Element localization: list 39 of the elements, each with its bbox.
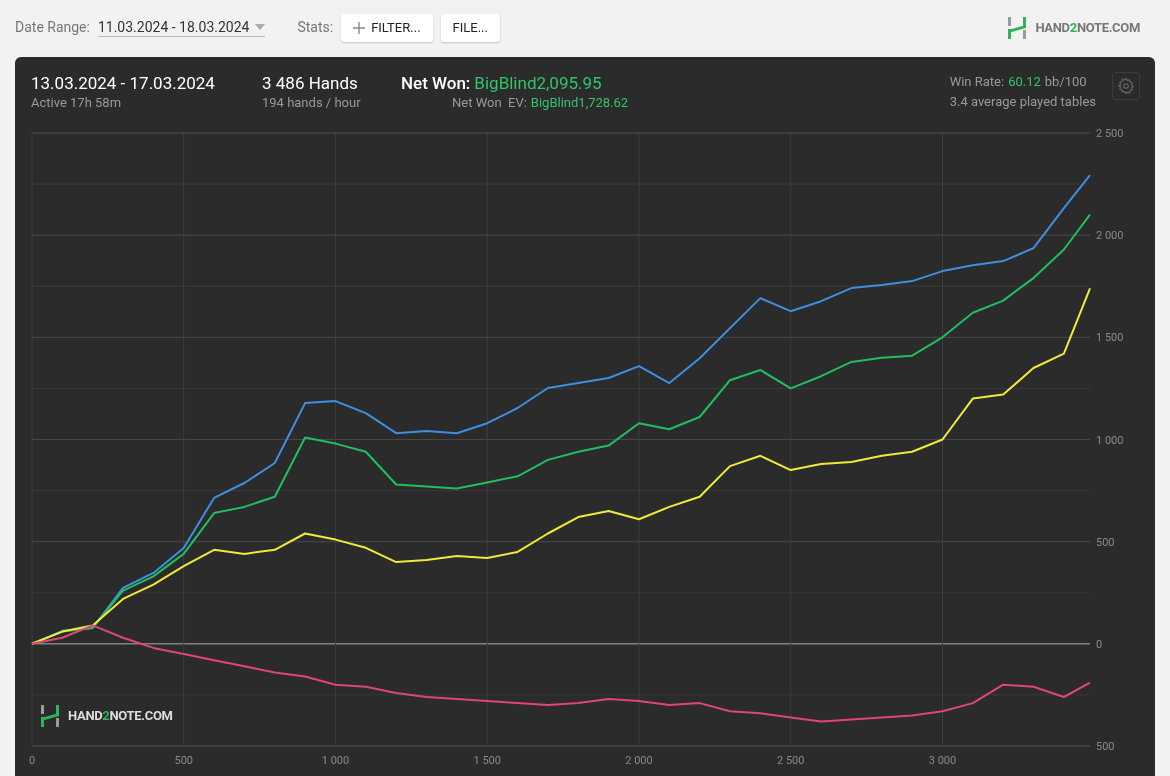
axis-label: 2 500 bbox=[777, 754, 805, 767]
axis-label: 500 bbox=[174, 754, 193, 767]
active-time-text: Active 17h 58m bbox=[31, 94, 123, 112]
stats-label: Stats: bbox=[297, 18, 334, 37]
axis-label: 1 500 bbox=[473, 754, 501, 767]
axis-label: 1 500 bbox=[1096, 331, 1124, 345]
axis-label: 0 bbox=[28, 754, 36, 767]
watermark-logo-icon bbox=[40, 704, 60, 728]
date-range-dropdown[interactable]: 11.03.2024 - 18.03.2024 bbox=[97, 18, 266, 37]
period-text: 13.03.2024 - 17.03.2024 bbox=[31, 72, 216, 94]
logo-text: HAND2NOTE.COM bbox=[1035, 18, 1140, 37]
net-won-value: BigBlind2,095.95 bbox=[474, 72, 602, 94]
date-range-label: Date Range: bbox=[15, 18, 90, 37]
settings-button[interactable] bbox=[1112, 72, 1140, 100]
toolbar-button[interactable]: FILE... bbox=[440, 13, 500, 42]
axis-label: 2 000 bbox=[1096, 229, 1124, 243]
logo-icon bbox=[1007, 15, 1028, 40]
axis-label: 3 000 bbox=[928, 754, 957, 767]
net-won-ev-value: BigBlind1,728.62 bbox=[530, 94, 629, 112]
win-rate-unit: bb/100 bbox=[1044, 73, 1087, 91]
tables-text: 3.4 average played tables bbox=[949, 93, 1096, 111]
plus-icon bbox=[353, 21, 366, 34]
net-won-label: Net Won: bbox=[401, 72, 471, 94]
win-rate-value: 60.12 bbox=[1008, 73, 1041, 91]
settings-icon bbox=[1117, 77, 1135, 95]
axis-label: 2 000 bbox=[625, 754, 653, 767]
caret-icon bbox=[255, 24, 266, 30]
watermark-text: HAND2NOTE.COM bbox=[68, 707, 173, 726]
hands-count-text: 3 486 Hands bbox=[262, 72, 359, 94]
net-won-ev-label: Net Won EV: bbox=[452, 94, 527, 112]
axis-label: 500 bbox=[1096, 740, 1115, 753]
hands-rate-text: 194 hands / hour bbox=[262, 94, 362, 112]
toolbar-button[interactable]: FILTER... bbox=[341, 13, 433, 42]
axis-label: 2 500 bbox=[1096, 127, 1124, 140]
axis-label: 1 000 bbox=[1096, 433, 1124, 447]
win-rate-label: Win Rate: bbox=[949, 73, 1005, 91]
axis-label: 0 bbox=[1096, 637, 1103, 651]
axis-label: 500 bbox=[1096, 535, 1115, 549]
axis-label: 1 000 bbox=[321, 754, 350, 767]
